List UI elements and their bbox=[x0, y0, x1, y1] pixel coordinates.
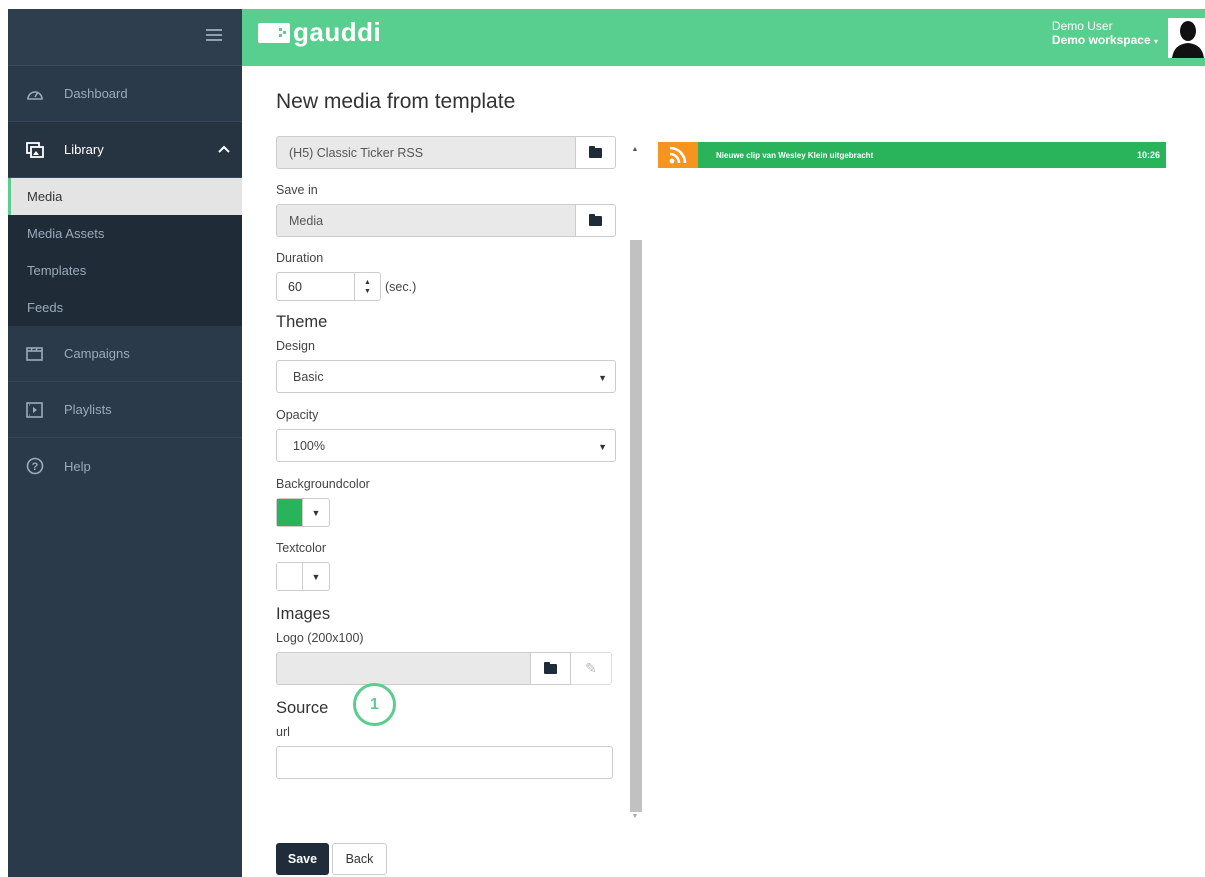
save-in-browse-button[interactable] bbox=[575, 204, 616, 237]
duration-unit: (sec.) bbox=[385, 279, 417, 294]
logo-browse-button[interactable] bbox=[530, 652, 571, 685]
template-field: (H5) Classic Ticker RSS bbox=[276, 136, 575, 169]
pencil-icon: ✎ bbox=[585, 660, 597, 676]
url-label: url bbox=[276, 725, 290, 739]
svg-text:?: ? bbox=[32, 461, 39, 473]
sidebar-item-playlists[interactable]: Playlists bbox=[8, 382, 242, 438]
sidebar-subitem-media[interactable]: Media bbox=[8, 178, 242, 215]
design-select[interactable]: Basic ▼ bbox=[276, 360, 616, 393]
logo-mark-icon bbox=[258, 22, 290, 43]
sidebar-subitem-templates[interactable]: Templates bbox=[8, 252, 242, 289]
save-in-label: Save in bbox=[276, 183, 318, 197]
duration-stepper[interactable]: 60 ▲ ▼ bbox=[276, 272, 381, 301]
caret-down-icon: ▼ bbox=[311, 507, 321, 518]
logo-field bbox=[276, 652, 530, 685]
sidebar-header bbox=[8, 9, 242, 66]
page-title: New media from template bbox=[276, 90, 516, 113]
save-button[interactable]: Save bbox=[276, 843, 329, 875]
sidebar-item-label: Playlists bbox=[64, 402, 112, 417]
folder-icon bbox=[589, 145, 602, 158]
sidebar-item-library[interactable]: Library bbox=[8, 122, 242, 178]
stepper-arrows[interactable]: ▲ ▼ bbox=[354, 273, 380, 300]
source-heading: Source bbox=[276, 699, 329, 717]
library-images-icon bbox=[26, 141, 44, 159]
images-heading: Images bbox=[276, 605, 331, 623]
template-browse-button[interactable] bbox=[575, 136, 616, 169]
stepper-up-icon[interactable]: ▲ bbox=[364, 278, 371, 287]
hamburger-menu-icon[interactable] bbox=[206, 29, 222, 43]
step-marker: 1 bbox=[353, 683, 396, 726]
textcolor-label: Textcolor bbox=[276, 541, 327, 555]
help-circle-icon: ? bbox=[26, 457, 44, 475]
design-label: Design bbox=[276, 339, 315, 353]
scrollbar-thumb[interactable] bbox=[630, 240, 642, 812]
ticker-time: 10:26 bbox=[1136, 150, 1160, 160]
rss-icon bbox=[658, 142, 698, 168]
stepper-down-icon[interactable]: ▼ bbox=[364, 287, 371, 296]
sidebar-item-campaigns[interactable]: Campaigns bbox=[8, 326, 242, 382]
select-caret-icon: ▼ bbox=[598, 442, 607, 452]
theme-heading: Theme bbox=[276, 313, 328, 331]
gauddi-logo[interactable]: gauddi bbox=[258, 17, 381, 48]
opacity-value: 100% bbox=[293, 438, 325, 453]
avatar[interactable] bbox=[1168, 18, 1205, 58]
user-menu[interactable]: Demo User Demo workspace ▾ bbox=[1052, 19, 1158, 47]
bgcolor-picker[interactable]: ▼ bbox=[276, 498, 330, 527]
design-value: Basic bbox=[293, 369, 324, 384]
workspace-name: Demo workspace ▾ bbox=[1051, 33, 1158, 47]
url-input[interactable] bbox=[276, 746, 613, 779]
ticker-preview: Nieuwe clip van Wesley Klein uitgebracht… bbox=[658, 142, 1166, 168]
folder-icon bbox=[589, 213, 602, 226]
select-caret-icon: ▼ bbox=[598, 373, 607, 383]
bgcolor-swatch bbox=[277, 499, 303, 526]
logo-edit-button[interactable]: ✎ bbox=[571, 652, 612, 685]
template-picker: (H5) Classic Ticker RSS bbox=[276, 136, 616, 169]
logo-text: gauddi bbox=[293, 17, 382, 47]
folder-icon bbox=[544, 661, 557, 674]
top-header: gauddi Demo User Demo workspace ▾ bbox=[242, 9, 1205, 66]
duration-value: 60 bbox=[288, 279, 302, 294]
sidebar-item-label: Library bbox=[64, 142, 104, 157]
sidebar-item-help[interactable]: ? Help bbox=[8, 438, 242, 494]
campaigns-clapper-icon bbox=[26, 345, 44, 363]
back-button[interactable]: Back bbox=[332, 843, 387, 875]
duration-label: Duration bbox=[276, 251, 324, 265]
logo-label: Logo (200x100) bbox=[276, 631, 364, 645]
top-strip bbox=[0, 0, 1205, 9]
caret-down-icon: ▼ bbox=[311, 571, 321, 582]
save-in-field: Media bbox=[276, 204, 575, 237]
textcolor-swatch bbox=[277, 563, 303, 590]
sidebar-subitem-media-assets[interactable]: Media Assets bbox=[8, 215, 242, 252]
scroll-up-icon[interactable]: ▲ bbox=[629, 146, 641, 153]
dashboard-gauge-icon bbox=[26, 85, 44, 103]
sidebar-item-label: Campaigns bbox=[64, 346, 130, 361]
sidebar-item-label: Dashboard bbox=[64, 86, 128, 101]
user-name: Demo User bbox=[1051, 19, 1113, 33]
library-submenu: Media Media Assets Templates Feeds bbox=[8, 178, 242, 326]
scroll-down-icon[interactable]: ▼ bbox=[629, 813, 641, 820]
sidebar-item-dashboard[interactable]: Dashboard bbox=[8, 66, 242, 122]
media-form: (H5) Classic Ticker RSS Save in Media Du… bbox=[276, 136, 616, 779]
chevron-up-icon[interactable] bbox=[218, 142, 230, 157]
playlists-film-icon bbox=[26, 401, 44, 419]
caret-down-icon: ▾ bbox=[1153, 37, 1158, 46]
opacity-label: Opacity bbox=[276, 408, 319, 422]
logo-picker: ✎ bbox=[276, 652, 616, 685]
sidebar-item-label: Help bbox=[64, 458, 91, 474]
duration-row: 60 ▲ ▼ (sec.) bbox=[276, 272, 616, 301]
save-in-picker: Media bbox=[276, 204, 616, 237]
bgcolor-label: Backgroundcolor bbox=[276, 477, 370, 491]
sidebar: Dashboard Library Media Media Assets Tem… bbox=[8, 9, 242, 877]
sidebar-subitem-feeds[interactable]: Feeds bbox=[8, 289, 242, 326]
ticker-text: Nieuwe clip van Wesley Klein uitgebracht bbox=[716, 150, 874, 160]
opacity-select[interactable]: 100% ▼ bbox=[276, 429, 616, 462]
textcolor-picker[interactable]: ▼ bbox=[276, 562, 330, 591]
